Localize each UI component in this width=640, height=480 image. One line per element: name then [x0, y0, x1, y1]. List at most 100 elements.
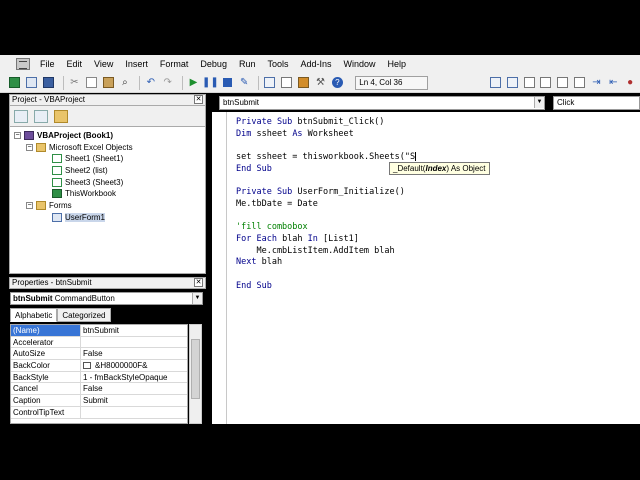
identifier: blah: [261, 257, 283, 268]
property-value[interactable]: [81, 407, 187, 418]
edit-toolbar-icon-5[interactable]: [556, 76, 570, 90]
menu-view[interactable]: View: [88, 59, 119, 69]
keyword: For Each: [236, 234, 283, 245]
edit-toolbar-icon-2[interactable]: [505, 76, 519, 90]
property-row[interactable]: AutoSize False: [11, 348, 187, 361]
folder-icon: [36, 143, 46, 152]
tree-item-sheet1[interactable]: Sheet1 (Sheet1): [52, 153, 123, 164]
keyword: Dim: [236, 128, 257, 139]
tree-item-vbaproject[interactable]: − VBAProject (Book1): [14, 130, 113, 141]
undo-icon[interactable]: ↶: [144, 76, 158, 90]
property-row[interactable]: Accelerator: [11, 336, 187, 349]
toggle-breakpoint-icon[interactable]: ●: [623, 76, 637, 90]
project-explorer-toolbar: [9, 106, 206, 126]
edit-toolbar-icon-6[interactable]: [573, 76, 587, 90]
toggle-folders-icon[interactable]: [54, 109, 68, 123]
view-object-icon[interactable]: [34, 109, 48, 123]
cut-icon[interactable]: ✂: [68, 76, 82, 90]
property-value[interactable]: 1 - fmBackStyleOpaque: [81, 372, 187, 383]
edit-toolbar-icon-1[interactable]: [488, 76, 502, 90]
property-value[interactable]: Submit: [81, 395, 187, 406]
excel-icon[interactable]: [8, 76, 22, 90]
sheet-icon: [52, 178, 62, 187]
copy-icon[interactable]: [84, 76, 98, 90]
property-value[interactable]: btnSubmit: [81, 325, 187, 336]
tree-item-userform1[interactable]: UserForm1: [52, 212, 106, 223]
menu-tools[interactable]: Tools: [261, 59, 294, 69]
tree-item-thisworkbook[interactable]: ThisWorkbook: [52, 188, 116, 199]
tree-item-sheet2[interactable]: Sheet2 (list): [52, 165, 108, 176]
property-row[interactable]: (Name) btnSubmit: [11, 325, 187, 337]
menu-insert[interactable]: Insert: [119, 59, 154, 69]
collapse-icon[interactable]: −: [26, 144, 33, 151]
property-value[interactable]: [81, 337, 187, 348]
tab-alphabetic[interactable]: Alphabetic: [10, 308, 58, 322]
menu-edit[interactable]: Edit: [61, 59, 89, 69]
code-text[interactable]: Private Sub btnSubmit_Click() Dim ssheet…: [236, 117, 417, 293]
code-line-13: Next blah: [236, 257, 282, 267]
property-value[interactable]: False: [81, 348, 187, 359]
indent-icon[interactable]: ⇥: [590, 76, 604, 90]
identifier: set: [236, 152, 257, 163]
edit-toolbar-icon-4[interactable]: [539, 76, 553, 90]
collapse-icon[interactable]: −: [26, 202, 33, 209]
edit-toolbar-icon-3[interactable]: [522, 76, 536, 90]
tree-item-excel-objects[interactable]: − Microsoft Excel Objects: [26, 142, 133, 153]
menu-debug[interactable]: Debug: [194, 59, 233, 69]
tree-label: Sheet2 (list): [65, 166, 108, 175]
reset-icon[interactable]: [220, 76, 234, 90]
paste-icon[interactable]: [101, 76, 115, 90]
code-margin[interactable]: [212, 112, 227, 424]
scrollbar-thumb[interactable]: [191, 339, 200, 399]
property-value-color[interactable]: &H8000000F&: [81, 360, 187, 371]
menu-run[interactable]: Run: [233, 59, 262, 69]
properties-object-select[interactable]: btnSubmit CommandButton ▼: [10, 292, 203, 305]
object-browser-icon[interactable]: [297, 76, 311, 90]
property-row[interactable]: BackColor &H8000000F&: [11, 360, 187, 372]
property-row[interactable]: Caption Submit: [11, 395, 187, 407]
menu-help[interactable]: Help: [382, 59, 413, 69]
run-icon[interactable]: ▶: [187, 76, 201, 90]
properties-scrollbar[interactable]: [189, 324, 202, 424]
insert-icon[interactable]: [25, 76, 39, 90]
code-line-7: Private Sub UserForm_Initialize(): [236, 187, 405, 197]
find-icon[interactable]: ⌕: [118, 76, 132, 90]
outdent-icon[interactable]: ⇤: [606, 76, 620, 90]
design-mode-icon[interactable]: ✎: [237, 76, 251, 90]
view-code-icon[interactable]: [14, 109, 28, 123]
object-type: CommandButton: [54, 294, 115, 303]
procedure-dropdown[interactable]: Click: [553, 96, 640, 110]
redo-icon[interactable]: ↷: [161, 76, 175, 90]
chevron-down-icon[interactable]: ▼: [192, 293, 202, 304]
properties-icon[interactable]: [280, 76, 294, 90]
tree-item-forms[interactable]: − Forms: [26, 200, 72, 211]
toolbar-separator: [258, 75, 260, 90]
save-icon[interactable]: [42, 76, 56, 90]
close-icon[interactable]: ✕: [194, 95, 203, 104]
object-name: btnSubmit: [13, 294, 53, 303]
chevron-down-icon[interactable]: ▼: [534, 97, 544, 108]
collapse-icon[interactable]: −: [14, 132, 21, 139]
menu-window[interactable]: Window: [338, 59, 382, 69]
help-icon[interactable]: ?: [330, 76, 344, 90]
object-dropdown[interactable]: btnSubmit ▼: [219, 96, 545, 110]
property-value[interactable]: False: [81, 383, 187, 394]
identifier: [List1]: [323, 234, 359, 245]
property-row[interactable]: BackStyle 1 - fmBackStyleOpaque: [11, 371, 187, 384]
tooltip-param: Index: [425, 164, 447, 173]
toolbox-icon[interactable]: ⚒: [314, 76, 328, 90]
vbe-app-icon[interactable]: [16, 58, 30, 70]
property-row[interactable]: Cancel False: [11, 383, 187, 396]
break-icon[interactable]: ❚❚: [202, 76, 219, 90]
tree-item-sheet3[interactable]: Sheet3 (Sheet3): [52, 177, 123, 188]
property-row[interactable]: ControlTipText: [11, 406, 187, 419]
code-line-15: End Sub: [236, 280, 272, 291]
tab-categorized[interactable]: Categorized: [57, 308, 111, 322]
keyword: Private Sub: [236, 187, 298, 198]
close-icon[interactable]: ✕: [194, 278, 203, 287]
menu-file[interactable]: File: [34, 59, 61, 69]
project-explorer-icon[interactable]: [263, 76, 277, 90]
menu-add-ins[interactable]: Add-Ins: [294, 59, 337, 69]
menu-format[interactable]: Format: [154, 59, 195, 69]
properties-title-text: Properties - btnSubmit: [12, 278, 92, 287]
